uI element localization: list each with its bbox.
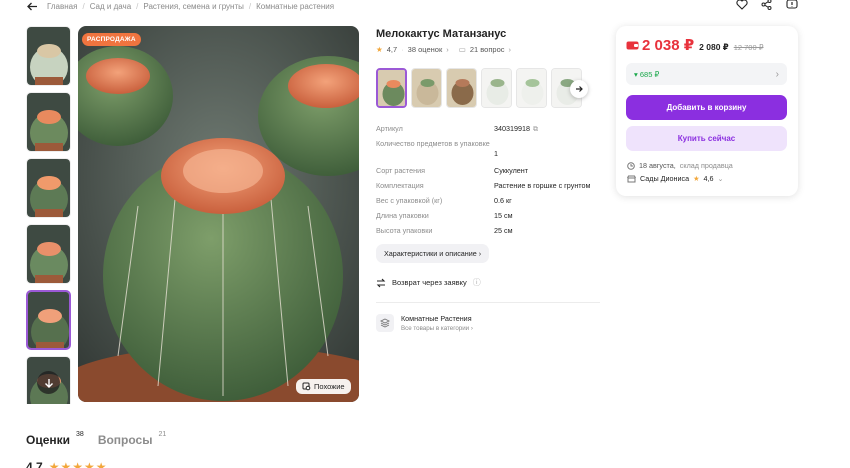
shop-icon — [627, 175, 636, 182]
tab-reviews[interactable]: Оценки 38 — [26, 431, 84, 447]
star-icon: ★ — [376, 45, 383, 54]
spec-row: Количество предметов в упаковке 1 — [376, 139, 606, 166]
questions-link[interactable]: 21 вопрос — [470, 45, 505, 54]
variant-option[interactable] — [481, 68, 512, 108]
reviews-link[interactable]: 38 оценок — [408, 45, 443, 54]
bonus-amount: ▾ 685 ₽ — [634, 69, 660, 79]
category-link[interactable]: Комнатные Растения Все товары в категори… — [376, 314, 473, 332]
spec-row: Сорт растения Суккулент — [376, 166, 606, 181]
add-to-cart-button[interactable]: Добавить в корзину — [626, 95, 787, 120]
spec-value: Суккулент — [494, 166, 529, 175]
variant-option[interactable] — [516, 68, 547, 108]
wallet-icon — [626, 41, 639, 50]
similar-icon — [302, 382, 311, 391]
info-icon[interactable]: ⓘ — [473, 277, 481, 288]
spec-key: Высота упаковки — [376, 226, 433, 235]
chevron-right-icon: › — [775, 68, 779, 80]
rating-value: 4,7 — [386, 45, 398, 54]
variant-option[interactable] — [376, 68, 407, 108]
variant-strip — [376, 68, 582, 108]
clock-icon — [627, 161, 635, 170]
spec-list: Артикул 340319918 ⧉ Количество предметов в … — [376, 124, 606, 241]
spec-row: Высота упаковки 25 см — [376, 226, 606, 241]
variant-option[interactable] — [446, 68, 477, 108]
spec-key: Длина упаковки — [376, 211, 429, 220]
similar-button[interactable]: Похожие — [296, 379, 351, 394]
category-name: Комнатные Растения — [401, 314, 472, 323]
seller-info[interactable]: Сады Диониса ★ 4,6 ⌄ — [627, 174, 724, 183]
return-label: Возврат через заявку — [392, 278, 467, 287]
rating-summary: 4.7 ★★★★★ — [26, 460, 107, 468]
delivery-where: склад продавца — [679, 161, 733, 170]
copy-icon[interactable]: ⧉ — [533, 124, 538, 134]
similar-label: Похожие — [314, 382, 345, 391]
product-meta: ★ 4,7 · 38 оценок › ▭ 21 вопрос › — [376, 45, 511, 54]
flag-icon[interactable] — [785, 0, 798, 11]
divider — [376, 302, 600, 303]
breadcrumb-home[interactable]: Главная — [47, 2, 77, 11]
breadcrumb-houseplants[interactable]: Комнатные растения — [256, 2, 334, 11]
sale-badge: РАСПРОДАЖА — [82, 33, 141, 46]
heart-icon[interactable] — [735, 0, 748, 11]
chat-icon: ▭ — [458, 45, 466, 54]
spec-row: Вес с упаковкой (кг) 0.6 кг — [376, 196, 606, 211]
bonus-row[interactable]: ▾ 685 ₽ › — [626, 63, 787, 85]
gallery-thumbnail[interactable] — [26, 158, 71, 218]
spec-value[interactable]: 340319918 ⧉ — [494, 124, 538, 134]
rating-summary-value: 4.7 — [26, 460, 43, 468]
gallery-thumbnail[interactable] — [26, 26, 71, 86]
gallery-thumbnail[interactable] — [26, 224, 71, 284]
gallery-thumbnail[interactable] — [26, 290, 71, 350]
delivery-date: 18 августа, — [639, 161, 676, 170]
star-icon: ★ — [693, 174, 700, 183]
breadcrumb-garden[interactable]: Сад и дача — [90, 2, 131, 11]
spec-key: Вес с упаковкой (кг) — [376, 196, 443, 205]
spec-key: Количество предметов в упаковке — [376, 139, 490, 148]
scroll-down-button[interactable] — [37, 371, 60, 394]
spec-row: Длина упаковки 15 см — [376, 211, 606, 226]
breadcrumb: Главная / Сад и дача / Растения, семена … — [26, 0, 334, 12]
reviews-tabs: Оценки 38 Вопросы 21 — [26, 431, 166, 447]
delivery-info: 18 августа, склад продавца — [627, 161, 733, 170]
spec-key: Артикул — [376, 124, 403, 133]
seller-rating: 4,6 — [703, 174, 714, 183]
share-icon[interactable] — [760, 0, 773, 11]
category-sub: Все товары в категории › — [401, 325, 473, 332]
buy-now-button[interactable]: Купить сейчас — [626, 126, 787, 151]
variant-option[interactable] — [411, 68, 442, 108]
price-current: 2 038 ₽ — [626, 36, 694, 54]
product-title: Мелокактус Матанзанус — [376, 28, 507, 40]
arrow-down-icon — [44, 378, 53, 388]
return-icon — [376, 278, 386, 287]
top-actions — [735, 0, 798, 11]
breadcrumb-plants[interactable]: Растения, семена и грунты — [143, 2, 244, 11]
tab-questions[interactable]: Вопросы 21 — [98, 431, 166, 447]
characteristics-button[interactable]: Характеристики и описание › — [376, 244, 490, 263]
price-without-wallet: 2 080 ₽ — [699, 42, 729, 52]
spec-value: 1 — [494, 149, 498, 158]
main-product-image[interactable] — [78, 26, 359, 402]
spec-key: Комплектация — [376, 181, 424, 190]
variants-next-button[interactable] — [570, 80, 588, 98]
characteristics-label: Характеристики и описание — [384, 249, 477, 258]
price-block: 2 038 ₽ 2 080 ₽ 12 700 ₽ — [626, 36, 764, 54]
spec-value: 25 см — [494, 226, 513, 235]
layers-icon — [376, 314, 394, 332]
return-info: Возврат через заявку ⓘ — [376, 277, 481, 288]
rating-stars: ★★★★★ — [48, 460, 108, 468]
gallery-thumbnail[interactable] — [26, 92, 71, 152]
spec-value: 0.6 кг — [494, 196, 512, 205]
spec-value: 15 см — [494, 211, 513, 220]
spec-row: Артикул 340319918 ⧉ — [376, 124, 606, 139]
spec-row: Комплектация Растение в горшке с грунтом — [376, 181, 606, 196]
arrow-right-icon — [576, 86, 583, 92]
spec-key: Сорт растения — [376, 166, 425, 175]
seller-name[interactable]: Сады Диониса — [640, 174, 689, 183]
price-old: 12 700 ₽ — [733, 43, 764, 52]
back-arrow-icon[interactable] — [26, 0, 38, 12]
spec-value: Растение в горшке с грунтом — [494, 181, 591, 190]
thumbnail-strip — [26, 26, 73, 404]
chevron-down-icon: ⌄ — [717, 174, 724, 183]
